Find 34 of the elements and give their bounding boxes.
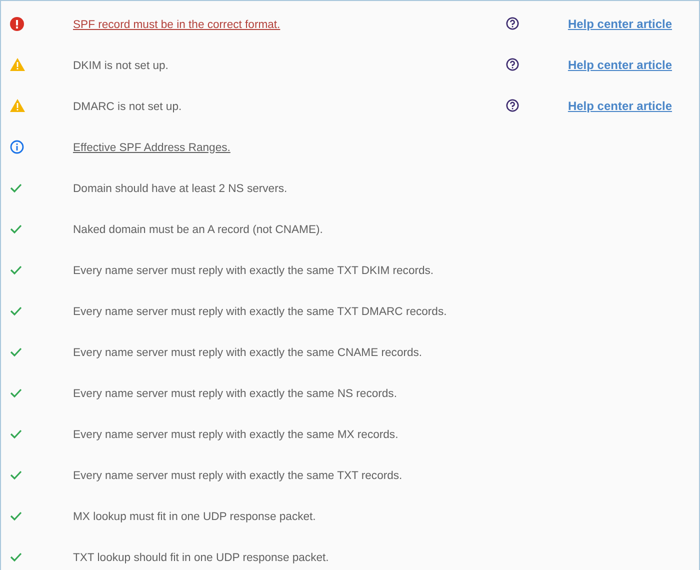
info-icon (10, 140, 24, 154)
check-message: Every name server must reply with exactly the same TXT records. (73, 470, 402, 482)
check-message: Every name server must reply with exactly the same CNAME records. (73, 346, 422, 358)
help-icon[interactable] (506, 99, 519, 112)
check-link[interactable]: SPF record must be in the correct format. (73, 18, 280, 30)
help-center-link[interactable]: Help center article (568, 56, 672, 74)
check-message: Every name server must reply with exactly the same TXT DKIM records. (73, 264, 434, 276)
error-icon (10, 16, 24, 30)
check-message: TXT lookup should fit in one UDP response packet. (73, 552, 329, 564)
check-message: Every name server must reply with exactly the same TXT DMARC records. (73, 306, 447, 318)
check-message: Every name server must reply with exactly the same MX records. (73, 428, 398, 440)
check-icon (10, 346, 22, 356)
help-icon[interactable] (506, 17, 519, 30)
warning-icon (10, 99, 25, 112)
check-icon (10, 428, 22, 438)
check-message: MX lookup must fit in one UDP response packet. (73, 510, 316, 522)
check-icon (10, 552, 22, 562)
check-message: Every name server must reply with exactly the same NS records. (73, 388, 397, 400)
check-link[interactable]: Effective SPF Address Ranges. (73, 142, 230, 154)
check-icon (10, 388, 22, 398)
help-center-link[interactable]: Help center article (568, 14, 672, 32)
check-message: Domain should have at least 2 NS servers. (73, 182, 288, 194)
check-icon (10, 182, 22, 192)
check-icon (10, 306, 22, 316)
check-message: DKIM is not set up. (73, 60, 168, 72)
check-message: DMARC is not set up. (73, 100, 182, 112)
help-center-link[interactable]: Help center article (568, 96, 672, 114)
check-icon (10, 510, 22, 520)
check-message: Naked domain must be an A record (not CNAME). (73, 224, 323, 236)
check-icon (10, 470, 22, 480)
check-icon (10, 224, 22, 234)
help-icon[interactable] (506, 58, 519, 71)
check-icon (10, 264, 22, 274)
warning-icon (10, 58, 25, 71)
